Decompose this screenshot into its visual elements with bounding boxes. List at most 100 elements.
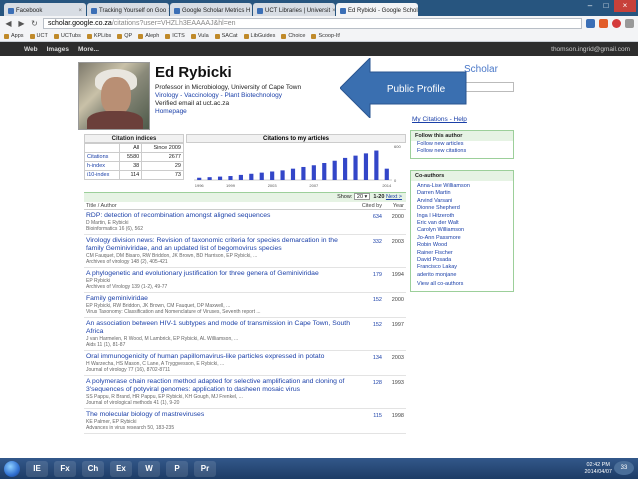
coauthor-link[interactable]: Robin Wood	[411, 242, 513, 249]
extension-icon[interactable]	[612, 19, 621, 28]
cited-by-link[interactable]: 179	[356, 270, 382, 290]
article-title-link[interactable]: A phylogenetic and evolutionary justific…	[86, 270, 356, 278]
metric-link[interactable]: h-index	[83, 161, 121, 171]
article-title-link[interactable]: A polymerase chain reaction method adapt…	[86, 378, 356, 394]
bookmark-item[interactable]: LibGuides	[243, 33, 275, 39]
chart-bar-2003[interactable]	[270, 171, 275, 181]
bookmark-item[interactable]: UCT	[29, 33, 48, 39]
chart-bar-2011[interactable]	[353, 155, 358, 180]
coauthor-link[interactable]: Arvind Varsani	[411, 198, 513, 205]
chart-bar-1997[interactable]	[207, 177, 212, 180]
google-link-images[interactable]: Images	[47, 46, 69, 53]
bookmark-item[interactable]: KPLibs	[86, 33, 111, 39]
google-link-more[interactable]: More...	[78, 46, 99, 53]
profile-interests-link[interactable]: Virology - Vaccinology - Plant Biotechno…	[155, 92, 282, 99]
profile-homepage-link[interactable]: Homepage	[155, 108, 187, 115]
coauthor-link[interactable]: Inga I Hitzeroth	[411, 213, 513, 220]
chart-bar-2014[interactable]	[384, 168, 389, 180]
chart-bar-2008[interactable]	[322, 163, 327, 180]
article-title-link[interactable]: RDP: detection of recombination amongst …	[86, 212, 356, 220]
sort-by-cited[interactable]: Cited by	[356, 202, 382, 209]
forward-arrow-icon[interactable]: ▶	[17, 19, 26, 28]
bookmark-item[interactable]: ICTS	[165, 33, 185, 39]
bookmark-item[interactable]: Vula	[190, 33, 209, 39]
menu-icon[interactable]	[625, 19, 634, 28]
maximize-icon[interactable]: □	[598, 0, 614, 12]
article-title-link[interactable]: An association between HIV-1 subtypes an…	[86, 320, 356, 336]
article-title-link[interactable]: The molecular biology of mastreviruses	[86, 411, 356, 419]
coauthor-link[interactable]: Darren Martin	[411, 190, 513, 197]
window-close-icon[interactable]: ×	[614, 0, 636, 12]
coauthor-link[interactable]: aderito monjane	[411, 272, 513, 279]
cited-by-link[interactable]: 634	[356, 212, 382, 232]
browser-tab-ed-rybicki[interactable]: Ed Rybicki - Google Schol×	[336, 3, 418, 16]
back-arrow-icon[interactable]: ◀	[4, 19, 13, 28]
url-input[interactable]: scholar.google.co.za/citations?user=VHZL…	[43, 18, 582, 29]
browser-tab-tracking[interactable]: Tracking Yourself on Goo×	[87, 3, 169, 16]
taskbar-app-icon[interactable]: Ch	[82, 460, 104, 477]
results-per-page-select[interactable]: 20 ▾	[353, 193, 371, 200]
coauthor-link[interactable]: Carolyn Williamson	[411, 227, 513, 234]
chart-bar-2007[interactable]	[311, 165, 316, 180]
next-page-link[interactable]: Next >	[386, 194, 402, 200]
extension-icon[interactable]	[586, 19, 595, 28]
taskbar-app-icon[interactable]: IE	[26, 460, 48, 477]
coauthor-link[interactable]: Dionne Shepherd	[411, 205, 513, 212]
sort-by-title[interactable]: Title / Author	[84, 202, 356, 209]
cited-by-link[interactable]: 134	[356, 353, 382, 373]
my-citations-help-link[interactable]: My Citations - Help	[412, 116, 467, 123]
metric-link[interactable]: Citations	[83, 152, 121, 162]
sort-by-year[interactable]: Year	[382, 202, 406, 209]
taskbar-app-icon[interactable]: W	[138, 460, 160, 477]
coauthor-link[interactable]: Anna-Lise Williamson	[411, 183, 513, 190]
close-tab-icon[interactable]: ×	[168, 8, 169, 14]
bookmark-item[interactable]: QP	[117, 33, 132, 39]
signed-in-user[interactable]: thomson.ingrid@gmail.com	[551, 46, 630, 53]
chart-bar-2010[interactable]	[343, 157, 348, 180]
bookmark-item[interactable]: UCTubs	[53, 33, 81, 39]
taskbar-app-icon[interactable]: Pr	[194, 460, 216, 477]
close-tab-icon[interactable]: ×	[78, 8, 82, 14]
bookmark-item[interactable]: SACat	[214, 33, 238, 39]
cited-by-link[interactable]: 152	[356, 295, 382, 315]
chart-bar-2012[interactable]	[363, 153, 369, 180]
coauthor-link[interactable]: Francisco Lakay	[411, 264, 513, 271]
reload-icon[interactable]: ↻	[30, 19, 39, 28]
article-title-link[interactable]: Virology division news: Revision of taxo…	[86, 237, 356, 253]
start-button[interactable]	[4, 460, 20, 477]
metric-link[interactable]: i10-index	[83, 170, 121, 180]
cited-by-link[interactable]: 332	[356, 237, 382, 265]
google-link-web[interactable]: Web	[24, 46, 38, 53]
bookmark-item[interactable]: Choice	[281, 33, 305, 39]
chart-bar-2005[interactable]	[290, 168, 296, 180]
follow-new-articles-link[interactable]: Follow new articles	[411, 141, 513, 148]
close-tab-icon[interactable]: ×	[332, 8, 335, 14]
chart-bar-2002[interactable]	[259, 172, 264, 180]
minimize-icon[interactable]: –	[582, 0, 598, 12]
coauthor-link[interactable]: Jo-Ann Passmore	[411, 235, 513, 242]
taskbar-app-icon[interactable]: Ex	[110, 460, 132, 477]
chart-bar-1998[interactable]	[217, 176, 223, 180]
chart-bar-2000[interactable]	[238, 174, 243, 180]
chart-bar-2001[interactable]	[249, 173, 254, 180]
article-title-link[interactable]: Oral immunogenicity of human papillomavi…	[86, 353, 356, 361]
view-all-coauthors-link[interactable]: View all co-authors	[411, 279, 513, 290]
article-title-link[interactable]: Family geminiviridae	[86, 295, 356, 303]
chart-bar-2006[interactable]	[301, 166, 306, 180]
chart-bar-1996[interactable]	[197, 177, 202, 180]
chart-bar-1999[interactable]	[228, 176, 233, 180]
bookmark-item[interactable]: Scoop-It!	[311, 33, 340, 39]
browser-tab-scholar-metrics[interactable]: Google Scholar Metrics H×	[170, 3, 252, 16]
coauthor-link[interactable]: Rainer Fischer	[411, 250, 513, 257]
cited-by-link[interactable]: 115	[356, 411, 382, 431]
extension-icon[interactable]	[599, 19, 608, 28]
taskbar-app-icon[interactable]: P	[166, 460, 188, 477]
bookmark-item[interactable]: Aleph	[138, 33, 159, 39]
browser-tab-facebook[interactable]: Facebook ×	[4, 3, 86, 16]
chart-bar-2009[interactable]	[332, 160, 337, 180]
chart-bar-2013[interactable]	[374, 150, 379, 180]
chart-bar-2004[interactable]	[280, 170, 285, 180]
cited-by-link[interactable]: 152	[356, 320, 382, 348]
coauthor-link[interactable]: Eric van der Walt	[411, 220, 513, 227]
taskbar-app-icon[interactable]: Fx	[54, 460, 76, 477]
